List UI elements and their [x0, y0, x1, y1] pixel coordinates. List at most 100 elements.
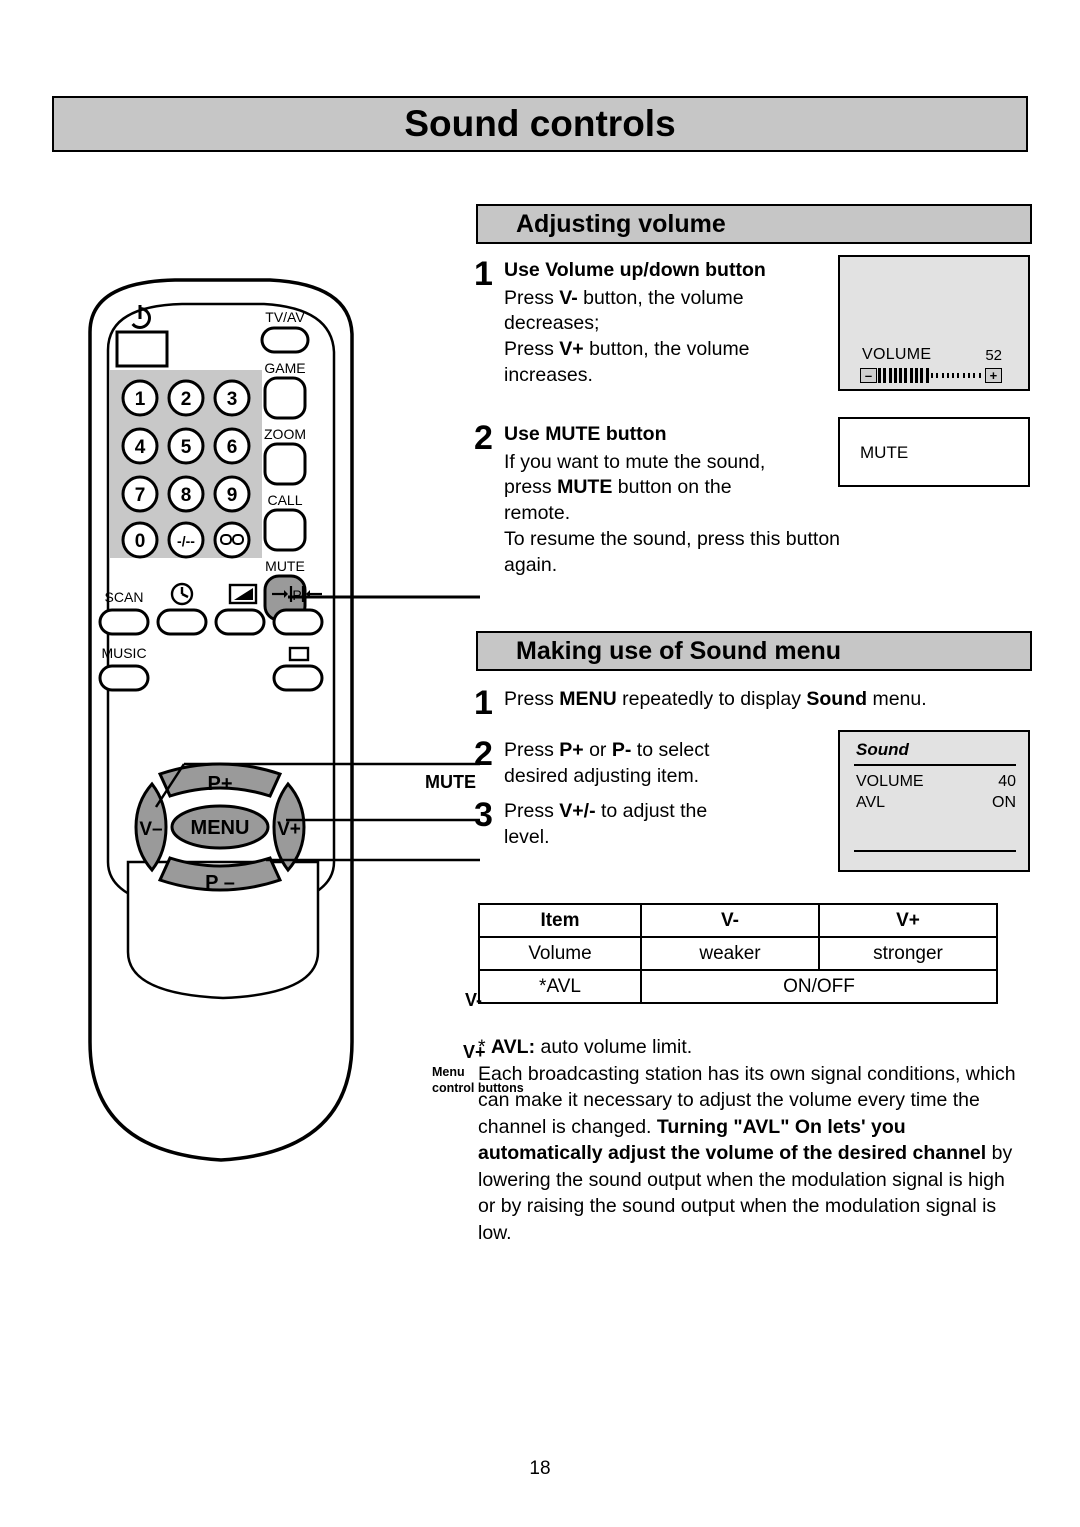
volume-tick-empty: [957, 373, 960, 378]
cell-vplus: stronger: [818, 936, 998, 971]
volume-tick-empty: [973, 373, 976, 378]
avl-definition: auto volume limit.: [535, 1036, 693, 1058]
volume-tick-empty: [930, 373, 933, 378]
volume-tick-filled: [878, 368, 881, 383]
step-line: If you want to mute the sound,: [504, 450, 766, 473]
manual-page: Sound controls Adjusting volume 1 Use Vo…: [0, 0, 1080, 1527]
volume-tick-empty: [952, 373, 955, 378]
volume-tick-filled: [920, 368, 924, 383]
svg-text:TV/AV: TV/AV: [265, 309, 305, 325]
volume-bar-ticks: [878, 367, 984, 384]
volume-tick-filled: [925, 368, 929, 383]
callout-mute-label: MUTE: [425, 772, 476, 792]
volume-tick-filled: [904, 368, 908, 383]
svg-text:4: 4: [135, 437, 146, 458]
svg-text:ZOOM: ZOOM: [264, 426, 306, 442]
section-title: Adjusting volume: [516, 209, 726, 238]
volume-tick-empty: [941, 373, 944, 378]
step-body: Press MENU repeatedly to display Sound m…: [504, 688, 927, 710]
osd-row-value: 40: [998, 773, 1016, 790]
svg-text:V+: V+: [277, 819, 301, 840]
item-adjustment-table: Item V- V+ Volume weaker stronger *AVL O…: [478, 903, 998, 1004]
svg-text:MENU: MENU: [191, 817, 250, 839]
page-number: 18: [529, 1458, 551, 1479]
step-line: Press V+ button, the volume: [504, 338, 750, 361]
table-row: *AVL ON/OFF: [478, 969, 998, 1004]
page-title-bar: Sound controls: [52, 96, 1028, 152]
step-line: Press V- button, the volume: [504, 286, 744, 309]
avl-note: * AVL: auto volume limit. Each broadcast…: [478, 1034, 1023, 1246]
osd-sound-title: Sound: [856, 740, 909, 759]
volume-tick-filled: [883, 368, 887, 383]
osd-divider-bottom: [854, 850, 1016, 852]
step-title: Use Volume up/down button: [504, 259, 766, 281]
osd-volume-display: VOLUME 52 – +: [838, 255, 1030, 391]
osd-volume-value: 52: [985, 347, 1002, 364]
callout-vplus-label: V+: [463, 1042, 486, 1062]
osd-volume-bar: – +: [860, 367, 1002, 384]
svg-text:3: 3: [227, 389, 238, 410]
step-line: press MUTE button on the: [504, 476, 732, 499]
sound-step-2: 2 Press P+ or P- to select desired adjust…: [474, 737, 774, 789]
table-row: Volume weaker stronger: [478, 936, 998, 971]
step-line: remote.: [504, 502, 571, 525]
callout-menu-controls-label: Menu control buttons: [432, 1065, 528, 1096]
svg-text:P –: P –: [205, 872, 235, 894]
svg-text:MUSIC: MUSIC: [101, 645, 146, 661]
volume-tick-filled: [888, 368, 892, 383]
table-header-vminus: V-: [640, 903, 820, 938]
section-header-sound-menu: Making use of Sound menu: [476, 631, 1032, 671]
step-body: Press V+/- to adjust the level.: [504, 800, 708, 848]
osd-row-label: VOLUME: [856, 773, 924, 790]
svg-text:1: 1: [135, 389, 146, 410]
section-title: Making use of Sound menu: [516, 636, 842, 665]
power-button: [115, 330, 169, 368]
step-body: Use MUTE button If you want to mute the …: [504, 422, 894, 578]
svg-text:P+: P+: [207, 773, 232, 795]
section-header-adjusting-volume: Adjusting volume: [476, 204, 1032, 244]
svg-text:8: 8: [181, 485, 192, 506]
svg-text:6: 6: [227, 437, 238, 458]
volume-tick-empty: [946, 373, 949, 378]
volume-tick-filled: [909, 368, 913, 383]
cell-item: *AVL: [478, 969, 642, 1004]
svg-text:MUTE: MUTE: [265, 558, 305, 574]
step-line: To resume the sound, press this button a…: [504, 527, 841, 576]
step-body: Use Volume up/down button Press V- butto…: [504, 258, 766, 389]
osd-menu-row-volume: VOLUME 40: [856, 773, 1016, 791]
step-1-volume: 1 Use Volume up/down button Press V- but…: [474, 257, 824, 389]
osd-menu-row-avl: AVL ON: [856, 794, 1016, 812]
step-2-mute: 2 Use MUTE button If you want to mute th…: [474, 421, 894, 578]
volume-minus-icon: –: [860, 368, 877, 383]
avl-term: AVL:: [491, 1036, 536, 1058]
volume-tick-filled: [893, 368, 897, 383]
sound-step-1: 1 Press MENU repeatedly to display Sound…: [474, 686, 994, 720]
callout-line-1: Menu: [432, 1065, 465, 1079]
osd-row-label: AVL: [856, 794, 886, 811]
volume-tick-empty: [978, 373, 981, 378]
svg-text:P: P: [292, 587, 301, 603]
volume-tick-empty: [968, 373, 971, 378]
table-header-item: Item: [478, 903, 642, 938]
osd-mute-label: MUTE: [860, 443, 909, 462]
svg-text:7: 7: [135, 485, 146, 506]
volume-tick-filled: [899, 368, 903, 383]
step-body: Press P+ or P- to select desired adjustin…: [504, 739, 710, 787]
volume-tick-empty: [936, 373, 939, 378]
table-header-vplus: V+: [818, 903, 998, 938]
step-title: Use MUTE button: [504, 423, 667, 445]
svg-text:9: 9: [227, 485, 238, 506]
cell-item: Volume: [478, 936, 642, 971]
callout-vminus-label: V-: [465, 990, 483, 1010]
remote-control-illustration: 1 2 3 4 5 6 7 8 9 0 -/-- TV/AV GAME ZOOM…: [60, 272, 524, 1172]
osd-mute-display: MUTE: [838, 417, 1030, 487]
svg-text:2: 2: [181, 389, 192, 410]
svg-text:V–: V–: [139, 819, 162, 840]
svg-text:-/--: -/--: [177, 533, 195, 549]
osd-volume-label: VOLUME: [862, 346, 932, 363]
callout-line-2: control buttons: [432, 1080, 524, 1095]
osd-row-value: ON: [992, 794, 1016, 811]
contrast-icon: [228, 583, 258, 605]
svg-text:5: 5: [181, 437, 192, 458]
svg-text:CALL: CALL: [267, 492, 302, 508]
